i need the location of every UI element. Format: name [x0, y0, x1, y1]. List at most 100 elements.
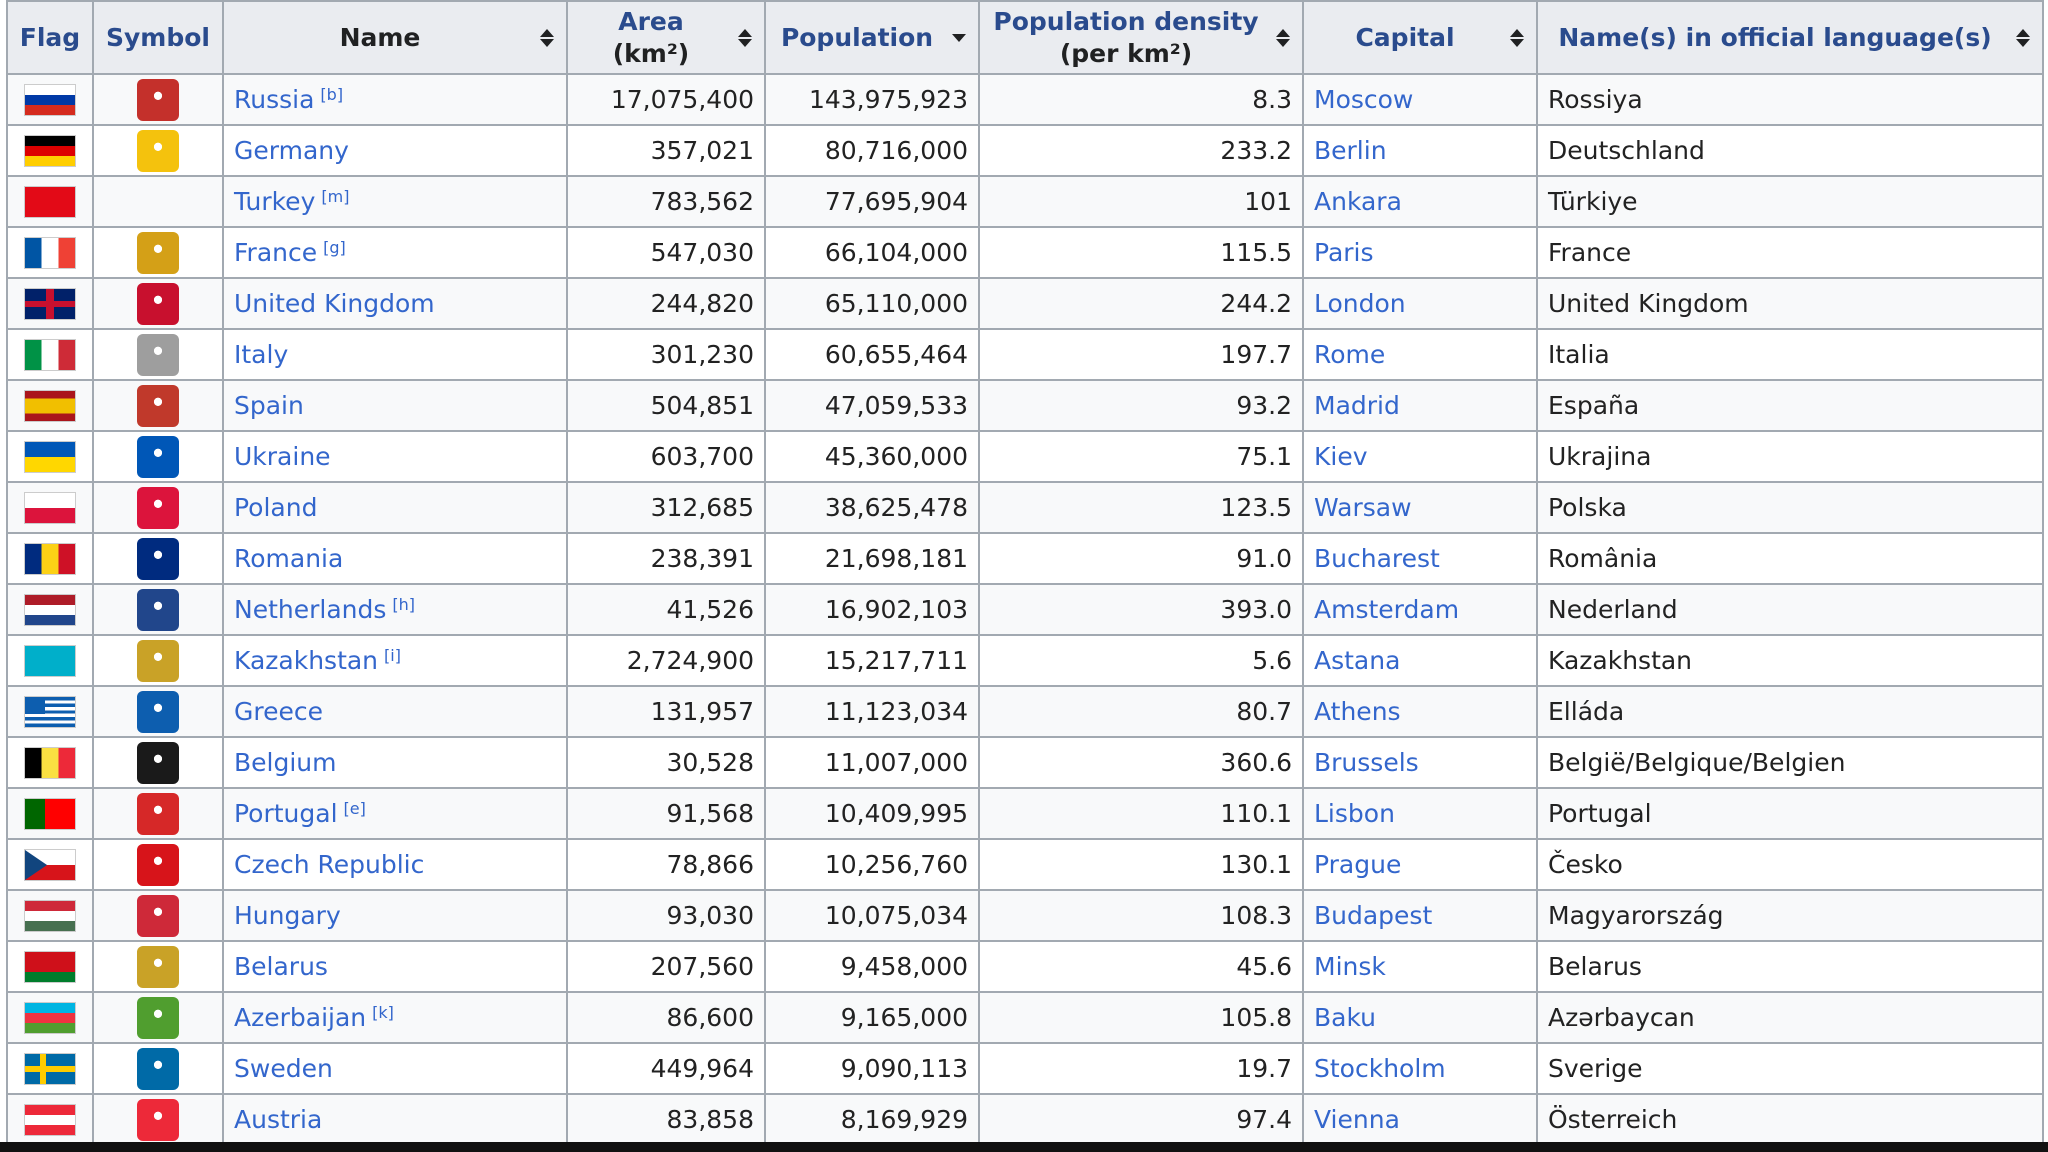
capital-link[interactable]: Berlin	[1314, 136, 1387, 165]
russia-flag-icon[interactable]	[24, 83, 76, 116]
column-header-label[interactable]: Population density	[993, 7, 1258, 36]
turkey-flag-icon[interactable]	[24, 185, 76, 218]
capital-link[interactable]: Bucharest	[1314, 544, 1440, 573]
country-link[interactable]: Italy	[234, 340, 288, 369]
sort-icon[interactable]	[738, 28, 752, 47]
capital-link[interactable]: Astana	[1314, 646, 1400, 675]
belarus-emblem-icon[interactable]	[137, 945, 179, 988]
column-header-label[interactable]: Population	[781, 23, 933, 52]
spain-flag-icon[interactable]	[24, 389, 76, 422]
country-link[interactable]: Poland	[234, 493, 317, 522]
capital-link[interactable]: Warsaw	[1314, 493, 1412, 522]
sort-icon[interactable]	[1276, 28, 1290, 47]
column-header-area[interactable]: Area (km²)	[566, 0, 766, 75]
romania-flag-icon[interactable]	[24, 542, 76, 575]
footnote-link[interactable]: [e]	[344, 799, 366, 818]
spain-coat-of-arms-icon[interactable]	[137, 384, 179, 427]
portugal-coat-of-arms-icon[interactable]	[137, 792, 179, 835]
footnote-link[interactable]: [g]	[323, 238, 346, 257]
footnote-link[interactable]: [i]	[384, 646, 401, 665]
united-kingdom-coat-of-arms-icon[interactable]	[137, 282, 179, 325]
country-link[interactable]: Belgium	[234, 748, 337, 777]
country-link[interactable]: Kazakhstan	[234, 646, 378, 675]
capital-link[interactable]: Budapest	[1314, 901, 1432, 930]
france-flag-icon[interactable]	[24, 236, 76, 269]
belgium-flag-icon[interactable]	[24, 746, 76, 779]
france-emblem-icon[interactable]	[137, 231, 179, 274]
united-kingdom-flag-icon[interactable]	[24, 287, 76, 320]
austria-shield-icon[interactable]	[137, 1098, 179, 1141]
capital-link[interactable]: Rome	[1314, 340, 1385, 369]
column-header-name[interactable]: Name	[222, 0, 568, 75]
netherlands-flag-icon[interactable]	[24, 593, 76, 626]
russia-coat-of-arms-icon[interactable]	[137, 78, 179, 121]
footnote-link[interactable]: [h]	[392, 595, 415, 614]
capital-link[interactable]: Kiev	[1314, 442, 1368, 471]
greece-flag-icon[interactable]	[24, 695, 76, 728]
country-link[interactable]: Germany	[234, 136, 349, 165]
country-link[interactable]: Romania	[234, 544, 343, 573]
column-header-label[interactable]: Symbol	[106, 23, 210, 52]
italy-flag-icon[interactable]	[24, 338, 76, 371]
ukraine-trident-icon[interactable]	[137, 435, 179, 478]
capital-link[interactable]: Ankara	[1314, 187, 1402, 216]
ukraine-flag-icon[interactable]	[24, 440, 76, 473]
azerbaijan-emblem-icon[interactable]	[137, 996, 179, 1039]
country-link[interactable]: Netherlands	[234, 595, 386, 624]
country-link[interactable]: France	[234, 238, 317, 267]
capital-link[interactable]: Baku	[1314, 1003, 1376, 1032]
country-link[interactable]: Turkey	[234, 187, 315, 216]
capital-link[interactable]: Vienna	[1314, 1105, 1400, 1134]
country-link[interactable]: Belarus	[234, 952, 328, 981]
column-header-population[interactable]: Population	[764, 0, 980, 75]
capital-link[interactable]: London	[1314, 289, 1406, 318]
capital-link[interactable]: Athens	[1314, 697, 1401, 726]
column-header-label[interactable]: Name(s) in official language(s)	[1558, 23, 1991, 52]
country-link[interactable]: United Kingdom	[234, 289, 435, 318]
capital-link[interactable]: Minsk	[1314, 952, 1386, 981]
germany-flag-icon[interactable]	[24, 134, 76, 167]
column-header-label[interactable]: Area	[618, 7, 684, 36]
capital-link[interactable]: Amsterdam	[1314, 595, 1459, 624]
romania-coat-of-arms-icon[interactable]	[137, 537, 179, 580]
kazakhstan-flag-icon[interactable]	[24, 644, 76, 677]
germany-coat-of-arms-icon[interactable]	[137, 129, 179, 172]
netherlands-coat-of-arms-icon[interactable]	[137, 588, 179, 631]
country-link[interactable]: Ukraine	[234, 442, 331, 471]
greece-coat-of-arms-icon[interactable]	[137, 690, 179, 733]
country-link[interactable]: Sweden	[234, 1054, 333, 1083]
italy-emblem-icon[interactable]	[137, 333, 179, 376]
capital-link[interactable]: Stockholm	[1314, 1054, 1446, 1083]
footnote-link[interactable]: [b]	[320, 85, 343, 104]
czech-republic-flag-icon[interactable]	[24, 848, 76, 881]
austria-flag-icon[interactable]	[24, 1103, 76, 1136]
capital-link[interactable]: Moscow	[1314, 85, 1413, 114]
country-link[interactable]: Portugal	[234, 799, 338, 828]
belarus-flag-icon[interactable]	[24, 950, 76, 983]
country-link[interactable]: Hungary	[234, 901, 341, 930]
country-link[interactable]: Russia	[234, 85, 314, 114]
czech-republic-coat-of-arms-icon[interactable]	[137, 843, 179, 886]
country-link[interactable]: Austria	[234, 1105, 322, 1134]
column-header-label[interactable]: Capital	[1355, 23, 1454, 52]
column-header-official[interactable]: Name(s) in official language(s)	[1536, 0, 2044, 75]
belgium-lion-icon[interactable]	[137, 741, 179, 784]
column-header-density[interactable]: Population density (per km²)	[978, 0, 1304, 75]
poland-flag-icon[interactable]	[24, 491, 76, 524]
footnote-link[interactable]: [k]	[372, 1003, 394, 1022]
hungary-flag-icon[interactable]	[24, 899, 76, 932]
column-header-label[interactable]: Flag	[20, 23, 80, 52]
country-link[interactable]: Spain	[234, 391, 304, 420]
kazakhstan-emblem-icon[interactable]	[137, 639, 179, 682]
capital-link[interactable]: Lisbon	[1314, 799, 1395, 828]
capital-link[interactable]: Paris	[1314, 238, 1374, 267]
sort-descending-icon[interactable]	[952, 33, 966, 42]
sweden-flag-icon[interactable]	[24, 1052, 76, 1085]
capital-link[interactable]: Madrid	[1314, 391, 1400, 420]
country-link[interactable]: Azerbaijan	[234, 1003, 366, 1032]
country-link[interactable]: Greece	[234, 697, 323, 726]
sort-icon[interactable]	[1510, 28, 1524, 47]
sort-icon[interactable]	[540, 28, 554, 47]
capital-link[interactable]: Brussels	[1314, 748, 1419, 777]
poland-eagle-icon[interactable]	[137, 486, 179, 529]
